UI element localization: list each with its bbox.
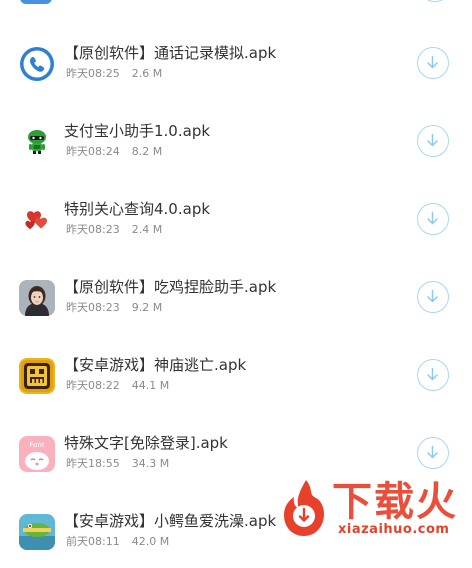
- flame-logo-icon: [284, 480, 324, 536]
- crocodile-game-icon: [19, 514, 55, 550]
- site-watermark: 下载火 xiazaihuo.com: [276, 478, 472, 540]
- red-hearts-icon: [19, 202, 55, 238]
- file-size: 2.4 M: [131, 223, 163, 236]
- phone-call-icon: [19, 46, 55, 82]
- file-time: 昨天08:24: [66, 145, 120, 158]
- file-size: 34.3 M: [131, 457, 170, 470]
- file-meta: 昨天08:25 2.6 M: [66, 65, 162, 81]
- file-name: 特别关心查询4.0.apk: [64, 200, 211, 218]
- download-arrow-icon: [427, 367, 438, 381]
- file-time: 昨天08:25: [66, 67, 120, 80]
- temple-run-icon: [19, 358, 55, 394]
- file-meta: 昨天18:55 34.3 M: [66, 455, 169, 471]
- download-button[interactable]: [417, 281, 449, 313]
- watermark-text: 下载火: [332, 479, 458, 525]
- download-arrow-icon: [427, 445, 438, 459]
- download-button[interactable]: [417, 47, 449, 79]
- download-button[interactable]: [417, 437, 449, 469]
- file-name: 【原创软件】通话记录模拟.apk: [64, 44, 277, 62]
- watermark-url: xiazaihuo.com: [338, 522, 450, 537]
- file-meta: 昨天08:23 9.2 M: [66, 299, 162, 315]
- file-time: 昨天08:22: [66, 379, 120, 392]
- list-item[interactable]: 【安卓游戏】神庙逃亡.apk 昨天08:22 44.1 M: [0, 334, 472, 412]
- file-name: 【安卓游戏】小鳄鱼爱洗澡.apk: [64, 512, 277, 530]
- file-time: 昨天18:55: [66, 457, 120, 470]
- download-button[interactable]: [417, 359, 449, 391]
- list-item[interactable]: 【原创软件】通话记录模拟.apk 昨天08:25 2.6 M: [0, 22, 472, 100]
- file-time: 昨天08:23: [66, 301, 120, 314]
- file-meta: 昨天08:24 8.2 M: [66, 143, 162, 159]
- file-name: 【安卓游戏】神庙逃亡.apk: [64, 356, 247, 374]
- file-time: 前天08:11: [66, 535, 120, 548]
- font-app-label: Font: [29, 441, 44, 449]
- download-arrow-icon: [427, 289, 438, 303]
- file-name: 特殊文字[免除登录].apk: [64, 434, 228, 452]
- file-size: 8.2 M: [131, 145, 163, 158]
- green-robot-icon: [19, 124, 55, 160]
- file-size: 44.1 M: [131, 379, 170, 392]
- file-size: 9.2 M: [131, 301, 163, 314]
- font-app-icon: Font: [19, 436, 55, 472]
- file-size: 42.0 M: [131, 535, 170, 548]
- file-size: 2.6 M: [131, 67, 163, 80]
- file-meta: 前天08:11 42.0 M: [66, 533, 169, 549]
- file-name: 支付宝小助手1.0.apk: [64, 122, 211, 140]
- download-arrow-icon: [427, 55, 438, 69]
- list-item[interactable]: 【原创软件】吃鸡捏脸助手.apk 昨天08:23 9.2 M: [0, 256, 472, 334]
- previous-file-item-partial: [0, 0, 472, 14]
- list-item[interactable]: 特别关心查询4.0.apk 昨天08:23 2.4 M: [0, 178, 472, 256]
- character-portrait-icon: [19, 280, 55, 316]
- download-arrow-icon: [427, 211, 438, 225]
- download-button[interactable]: [417, 203, 449, 235]
- download-button[interactable]: [417, 125, 449, 157]
- app-icon: [20, 0, 52, 4]
- file-meta: 昨天08:23 2.4 M: [66, 221, 162, 237]
- file-time: 昨天08:23: [66, 223, 120, 236]
- download-arrow-icon: [427, 133, 438, 147]
- download-icon[interactable]: [418, 0, 452, 2]
- file-meta: 昨天08:22 44.1 M: [66, 377, 169, 393]
- file-name: 【原创软件】吃鸡捏脸助手.apk: [64, 278, 277, 296]
- list-item[interactable]: 支付宝小助手1.0.apk 昨天08:24 8.2 M: [0, 100, 472, 178]
